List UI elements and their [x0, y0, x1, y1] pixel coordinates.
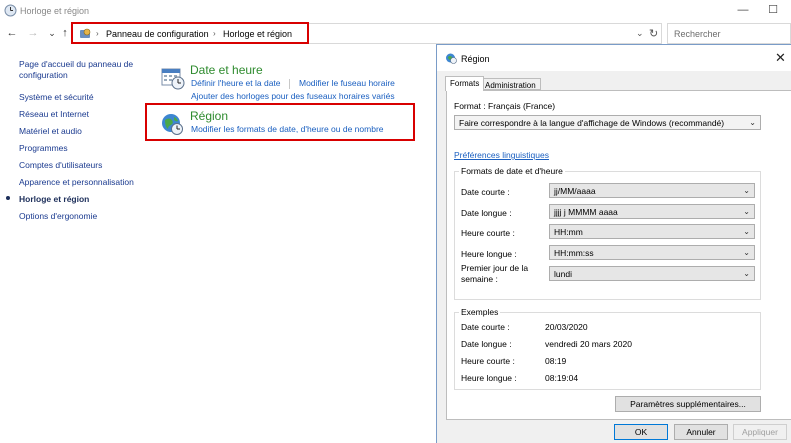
sidebar-item-hardware[interactable]: Matériel et audio — [19, 126, 82, 137]
additional-settings-button[interactable]: Paramètres supplémentaires... — [615, 396, 761, 412]
long-date-label: Date longue : — [461, 208, 512, 218]
link-change-timezone[interactable]: Modifier le fuseau horaire — [299, 78, 395, 88]
chevron-down-icon: ⌄ — [743, 207, 750, 216]
examples-group: Exemples Date courte : 20/03/2020 Date l… — [454, 307, 761, 390]
short-date-value: jj/MM/aaaa — [554, 186, 596, 196]
format-label: Format : Français (France) — [454, 101, 556, 111]
calendar-clock-icon — [161, 68, 185, 90]
first-day-value: lundi — [554, 269, 572, 279]
first-day-label-cont: semaine : — [461, 274, 498, 284]
language-preferences-link[interactable]: Préférences linguistiques — [454, 150, 549, 160]
link-add-clocks[interactable]: Ajouter des horloges pour des fuseaux ho… — [191, 91, 395, 101]
example-short-time-value: 08:19 — [545, 356, 567, 366]
long-date-select[interactable]: jjjj j MMMM aaaa ⌄ — [549, 204, 755, 219]
example-short-date-label: Date courte : — [461, 322, 510, 332]
chevron-down-icon: ⌄ — [743, 227, 750, 236]
forward-arrow-icon[interactable]: → — [27, 27, 39, 40]
apply-button[interactable]: Appliquer — [733, 424, 787, 440]
sidebar-item-network[interactable]: Réseau et Internet — [19, 109, 89, 120]
close-icon[interactable]: ✕ — [775, 51, 786, 64]
link-divider — [289, 79, 290, 89]
category-title-date-time[interactable]: Date et heure — [190, 63, 263, 77]
cancel-button[interactable]: Annuler — [674, 424, 728, 440]
sidebar-item-programs[interactable]: Programmes — [19, 143, 68, 154]
group-title-formats: Formats de date et d'heure — [459, 166, 565, 176]
back-arrow-icon[interactable]: ← — [6, 27, 18, 40]
short-time-select[interactable]: HH:mm ⌄ — [549, 224, 755, 239]
region-highlight-box — [145, 103, 415, 141]
example-long-time-label: Heure longue : — [461, 373, 517, 383]
date-time-formats-group: Formats de date et d'heure Date courte :… — [454, 166, 761, 300]
chevron-down-icon: ⌄ — [743, 248, 750, 257]
current-item-bullet-icon — [6, 196, 10, 200]
long-time-label: Heure longue : — [461, 249, 517, 259]
sidebar-item-system-security[interactable]: Système et sécurité — [19, 92, 94, 103]
first-day-label: Premier jour de la — [461, 263, 529, 273]
format-select-value: Faire correspondre à la langue d'afficha… — [459, 118, 725, 128]
sidebar-item-ease-of-access[interactable]: Options d'ergonomie — [19, 211, 97, 222]
chevron-down-icon: ⌄ — [749, 118, 756, 127]
long-date-value: jjjj j MMMM aaaa — [554, 207, 618, 217]
address-dropdown-icon[interactable]: ⌄ — [636, 28, 644, 39]
example-short-time-label: Heure courte : — [461, 356, 515, 366]
recent-locations-icon[interactable]: ⌄ — [46, 27, 58, 40]
refresh-icon[interactable]: ↻ — [649, 27, 658, 40]
dialog-title: Région — [461, 54, 490, 64]
format-select[interactable]: Faire correspondre à la langue d'afficha… — [454, 115, 761, 130]
short-time-label: Heure courte : — [461, 228, 515, 238]
example-long-time-value: 08:19:04 — [545, 373, 579, 383]
example-short-date-value: 20/03/2020 — [545, 322, 588, 332]
clock-region-icon — [4, 4, 17, 17]
example-long-date-label: Date longue : — [461, 339, 512, 349]
short-date-select[interactable]: jj/MM/aaaa ⌄ — [549, 183, 755, 198]
breadcrumb-highlight-box — [71, 22, 309, 44]
short-date-label: Date courte : — [461, 187, 510, 197]
minimize-button[interactable]: — — [736, 3, 750, 17]
short-time-value: HH:mm — [554, 227, 583, 237]
formats-panel: Format : Français (France) Faire corresp… — [446, 90, 791, 420]
tab-formats[interactable]: Formats — [445, 76, 485, 91]
example-long-date-value: vendredi 20 mars 2020 — [545, 339, 632, 349]
link-set-time-date[interactable]: Définir l'heure et la date — [191, 78, 281, 88]
search-input[interactable]: Rechercher — [667, 23, 791, 44]
chevron-down-icon: ⌄ — [743, 269, 750, 278]
up-arrow-icon[interactable]: ↑ — [59, 27, 71, 40]
region-dialog: Région ✕ Formats Administration Format :… — [436, 44, 791, 443]
window-titlebar: Horloge et région — ☐ — [0, 0, 791, 22]
long-time-value: HH:mm:ss — [554, 248, 594, 258]
window-title: Horloge et région — [20, 6, 90, 16]
sidebar-item-clock-region[interactable]: Horloge et région — [19, 194, 89, 205]
maximize-button[interactable]: ☐ — [766, 3, 780, 17]
sidebar-item-home-cont[interactable]: configuration — [19, 70, 68, 81]
dialog-titlebar: Région ✕ — [437, 45, 791, 71]
ok-button[interactable]: OK — [614, 424, 668, 440]
globe-clock-icon — [446, 53, 457, 64]
sidebar-item-home[interactable]: Page d'accueil du panneau de — [19, 59, 133, 70]
first-day-select[interactable]: lundi ⌄ — [549, 266, 755, 281]
tab-administration[interactable]: Administration — [480, 78, 541, 90]
long-time-select[interactable]: HH:mm:ss ⌄ — [549, 245, 755, 260]
sidebar-item-accounts[interactable]: Comptes d'utilisateurs — [19, 160, 102, 171]
group-title-examples: Exemples — [459, 307, 501, 317]
chevron-down-icon: ⌄ — [743, 186, 750, 195]
sidebar-item-appearance[interactable]: Apparence et personnalisation — [19, 177, 134, 188]
